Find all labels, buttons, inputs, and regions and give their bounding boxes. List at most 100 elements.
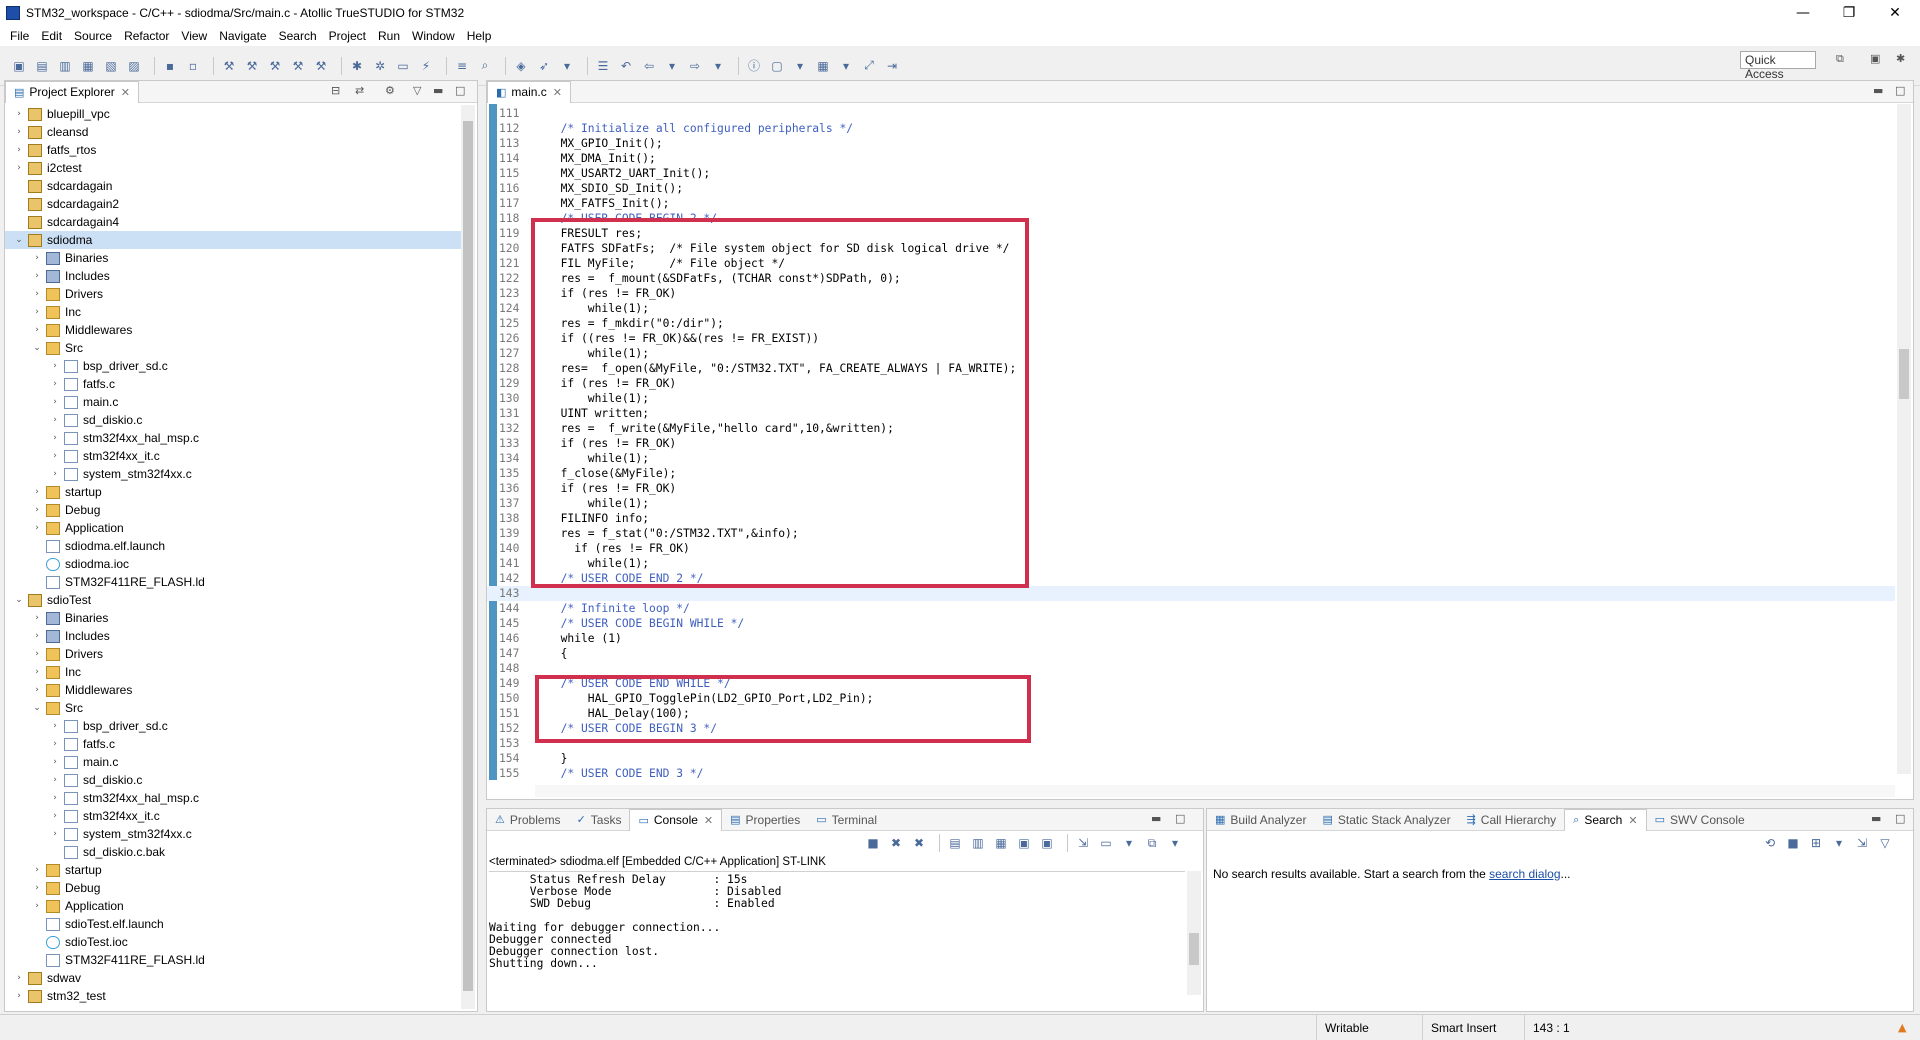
forward-icon[interactable]: ⇨	[686, 57, 704, 75]
menu-view[interactable]: View	[175, 29, 213, 43]
tree-item[interactable]: › fatfs.c	[5, 375, 465, 393]
editor-vertical-scrollbar[interactable]	[1897, 104, 1911, 774]
menu-run[interactable]: Run	[372, 29, 406, 43]
chevron-right-icon[interactable]: ›	[13, 109, 25, 119]
tree-item[interactable]: › bsp_driver_sd.c	[5, 357, 465, 375]
menu-source[interactable]: Source	[68, 29, 118, 43]
tree-item[interactable]: sdiodma.elf.launch	[5, 537, 465, 555]
tree-item[interactable]: ⌄ Src	[5, 339, 465, 357]
tree-item[interactable]: › main.c	[5, 393, 465, 411]
chevron-down-icon[interactable]: ⌄	[13, 595, 25, 605]
tree-item[interactable]: › Application	[5, 897, 465, 915]
tab-main-c[interactable]: ◧ main.c ✕	[487, 80, 571, 103]
table-icon[interactable]: ▦	[814, 57, 832, 75]
chevron-right-icon[interactable]: ›	[31, 523, 43, 533]
menu-edit[interactable]: Edit	[35, 29, 68, 43]
clean-icon[interactable]: ⚒	[289, 57, 307, 75]
tree-item[interactable]: › system_stm32f4xx.c	[5, 825, 465, 843]
tree-item[interactable]: › Binaries	[5, 609, 465, 627]
view-menu-icon[interactable]: ▽	[1876, 834, 1894, 852]
tree-item[interactable]: › cleansd	[5, 123, 465, 141]
tree-item[interactable]: › Middlewares	[5, 321, 465, 339]
status-insert-mode[interactable]: Smart Insert	[1422, 1015, 1524, 1040]
bug-icon[interactable]: ✲	[371, 57, 389, 75]
tree-item[interactable]: › Inc	[5, 663, 465, 681]
tree-item[interactable]: › system_stm32f4xx.c	[5, 465, 465, 483]
tree-item[interactable]: › sdwav	[5, 969, 465, 987]
menu-navigate[interactable]: Navigate	[213, 29, 272, 43]
tree-item[interactable]: › startup	[5, 861, 465, 879]
chevron-right-icon[interactable]: ›	[49, 361, 61, 371]
tree-item[interactable]: › stm32f4xx_hal_msp.c	[5, 789, 465, 807]
tree-item[interactable]: › stm32_test	[5, 987, 465, 1005]
code-line[interactable]: 148	[487, 661, 1895, 676]
quick-access-field[interactable]: Quick Access	[1740, 51, 1816, 81]
minimize-button[interactable]: —	[1780, 0, 1826, 26]
dropdown-icon[interactable]: ▾	[663, 57, 681, 75]
minimize-icon[interactable]: ▬	[1873, 84, 1883, 97]
menu-help[interactable]: Help	[461, 29, 498, 43]
scroll-thumb[interactable]	[1189, 933, 1199, 965]
tab-problems[interactable]: ⚠ Problems	[487, 809, 569, 831]
chevron-right-icon[interactable]: ›	[49, 415, 61, 425]
dropdown-icon[interactable]: ▾	[837, 57, 855, 75]
close-button[interactable]: ✕	[1872, 0, 1918, 26]
code-line[interactable]: 113 MX_GPIO_Init();	[487, 136, 1895, 151]
search-history-icon[interactable]: ⊞	[1807, 834, 1825, 852]
tree-item[interactable]: › i2ctest	[5, 159, 465, 177]
tree-item[interactable]: › startup	[5, 483, 465, 501]
open-console-icon[interactable]: ⧉	[1143, 834, 1161, 852]
back-icon[interactable]: ⇦	[640, 57, 658, 75]
chevron-right-icon[interactable]: ›	[31, 649, 43, 659]
editor-horizontal-scrollbar[interactable]	[535, 785, 1895, 797]
tree-item[interactable]: › Middlewares	[5, 681, 465, 699]
chevron-right-icon[interactable]: ›	[31, 325, 43, 335]
tree-item[interactable]: › Includes	[5, 627, 465, 645]
chevron-right-icon[interactable]: ›	[31, 505, 43, 515]
chevron-right-icon[interactable]: ›	[49, 721, 61, 731]
chevron-down-icon[interactable]: ⌄	[13, 235, 25, 245]
menu-window[interactable]: Window	[406, 29, 461, 43]
chevron-right-icon[interactable]: ›	[13, 163, 25, 173]
search-dialog-link[interactable]: search dialog	[1489, 867, 1560, 881]
chevron-down-icon[interactable]: ⌄	[31, 343, 43, 353]
maximize-icon[interactable]: □	[1175, 812, 1185, 825]
chevron-right-icon[interactable]: ›	[31, 685, 43, 695]
clear-console-icon[interactable]: ▤	[946, 834, 964, 852]
notification-icon[interactable]: ▲	[1898, 1021, 1906, 1034]
remove-launch-icon[interactable]: ✖	[887, 834, 905, 852]
save-all-icon[interactable]: ▫	[184, 57, 202, 75]
tree-item[interactable]: › fatfs_rtos	[5, 141, 465, 159]
build-icon[interactable]: ⚒	[220, 57, 238, 75]
maximize-button[interactable]: ❐	[1826, 0, 1872, 26]
new-class-icon[interactable]: ▧	[102, 57, 120, 75]
search-icon[interactable]: ⌕	[476, 57, 494, 75]
maximize-icon[interactable]: □	[455, 84, 465, 97]
explorer-scrollbar[interactable]	[461, 105, 475, 1009]
tree-item[interactable]: › Drivers	[5, 285, 465, 303]
code-line[interactable]: 154 }	[487, 751, 1895, 766]
chevron-right-icon[interactable]: ›	[49, 775, 61, 785]
chevron-right-icon[interactable]: ›	[31, 289, 43, 299]
chevron-right-icon[interactable]: ›	[31, 271, 43, 281]
tree-item[interactable]: sd_diskio.c.bak	[5, 843, 465, 861]
last-edit-icon[interactable]: ↶	[617, 57, 635, 75]
tree-item[interactable]: › Binaries	[5, 249, 465, 267]
new-project-icon[interactable]: ▤	[33, 57, 51, 75]
maximize-icon[interactable]: □	[1895, 84, 1905, 97]
tree-item[interactable]: ⌄ sdioTest	[5, 591, 465, 609]
tree-item[interactable]: › stm32f4xx_it.c	[5, 447, 465, 465]
tree-item[interactable]: sdcardagain	[5, 177, 465, 195]
chevron-right-icon[interactable]: ›	[49, 811, 61, 821]
chevron-right-icon[interactable]: ›	[31, 253, 43, 263]
dropdown-icon[interactable]: ▾	[1830, 834, 1848, 852]
code-line[interactable]: 112 /* Initialize all configured periphe…	[487, 121, 1895, 136]
minimize-icon[interactable]: ▬	[1151, 812, 1161, 825]
format-icon[interactable]: ≡	[453, 57, 471, 75]
tree-item[interactable]: › bsp_driver_sd.c	[5, 717, 465, 735]
export-icon[interactable]: ⇥	[883, 57, 901, 75]
tree-item[interactable]: STM32F411RE_FLASH.ld	[5, 573, 465, 591]
debug-icon[interactable]: ✱	[348, 57, 366, 75]
refresh-icon[interactable]: ⟲	[1761, 834, 1779, 852]
code-line[interactable]: 117 MX_FATFS_Init();	[487, 196, 1895, 211]
